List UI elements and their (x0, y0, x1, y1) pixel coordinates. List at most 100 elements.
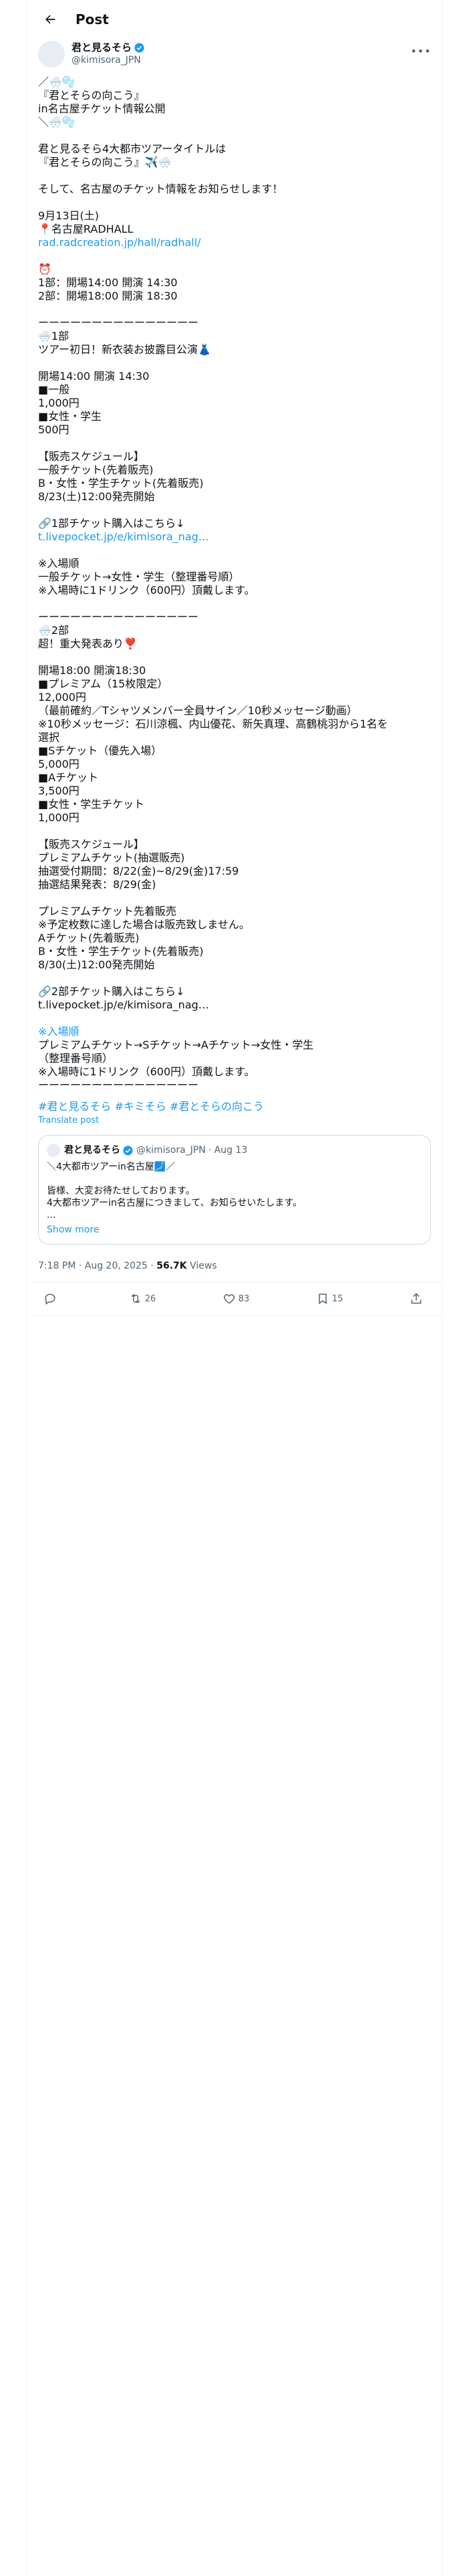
post-column: Post 君と見るそら @kimisora_JPN ••• ／🌨️🫧 『君とそらの… (27, 0, 442, 2576)
show-more-link[interactable]: Show more (47, 1224, 422, 1236)
share-button[interactable] (410, 1292, 426, 1305)
tweet-line: 『君とそらの向こう』 (38, 89, 145, 102)
post-timestamp[interactable]: 7:18 PM · Aug 20, 2025 · (38, 1261, 156, 1271)
tweet-line (38, 891, 431, 905)
back-button[interactable] (38, 7, 62, 31)
tweet-line (38, 544, 431, 557)
tweet-line: t.livepocket.jp/e/kimisora_nag… (38, 998, 209, 1011)
tweet-line: ＼🌨️🫧 (38, 116, 76, 128)
verified-badge-icon (123, 1145, 133, 1156)
tweet-line (38, 651, 431, 664)
quote-author-name: 君と見るそら (64, 1145, 120, 1156)
bookmark-icon (319, 1293, 327, 1305)
header: Post (27, 0, 442, 38)
hashtags[interactable]: #君と見るそら #キミそら #君とそらの向こう (27, 1092, 442, 1113)
tweet-line (38, 303, 431, 316)
tweet-line (38, 249, 431, 263)
tweet-line: Aチケット(先着販売) (38, 932, 140, 944)
tweet-line: 【販売スケジュール】 (38, 450, 144, 463)
arrow-left-icon (45, 15, 55, 23)
repost-count: 26 (144, 1293, 156, 1304)
tweet-line: 5,000円 (38, 758, 80, 770)
author-name[interactable]: 君と見るそら (71, 41, 132, 54)
tweet-line: 3,500円 (38, 784, 80, 797)
quote-line (47, 1173, 422, 1185)
quote-line: 4大都市ツアーin名古屋につきまして、お知らせいたします。 (47, 1198, 303, 1208)
tweet-line: 8/23(土)12:00発売開始 (38, 490, 155, 503)
tweet-line: プレミアムチケット(抽選販売) (38, 851, 185, 864)
repost-button[interactable]: 26 (129, 1292, 156, 1305)
tweet-line (38, 356, 431, 370)
tweet-line: 🌨️2部 (38, 624, 69, 637)
reply-button[interactable] (43, 1292, 62, 1305)
tweet-line: 超！重大発表あり❣️ (38, 637, 137, 650)
tweet-line (38, 597, 431, 611)
quote-line: ＼4大都市ツアーin名古屋🗾／ (47, 1162, 176, 1172)
tweet-line: 🔗1部チケット購入はこちら↓ (38, 517, 185, 530)
tweet-line: ■女性・学生 (38, 410, 102, 423)
tweet-line: ■女性・学生チケット (38, 798, 145, 811)
tweet-line: 一般チケット(先着販売) (38, 463, 154, 476)
tweet-line: （最前確約／Tシャツメンバー全員サイン／10秒メッセージ動画） (38, 704, 357, 717)
tweet-line: ⏰ (38, 263, 51, 276)
page-title: Post (76, 11, 109, 27)
tweet-line: 🌨️1部 (38, 330, 69, 342)
tweet-line: ■Aチケット (38, 771, 99, 784)
views-count: 56.7K (156, 1261, 187, 1271)
tweet-line: in名古屋チケット情報公開 (38, 102, 166, 115)
like-button[interactable]: 83 (222, 1292, 250, 1305)
bookmark-button[interactable]: 15 (316, 1292, 343, 1305)
tweet-line: 8/30(土)12:00発売開始 (38, 958, 155, 971)
views-label: Views (186, 1261, 217, 1271)
tweet-line: 12,000円 (38, 691, 86, 704)
reply-count (59, 1294, 62, 1304)
tweet-line: ーーーーーーーーーーーーーーー (38, 1079, 199, 1091)
tweet-line: ※10秒メッセージ：石川涼楓、内山優花、新矢真理、高鶴桃羽から1名を (38, 718, 388, 730)
tweet-line (38, 972, 431, 985)
verified-badge-icon (134, 42, 144, 53)
tweet-line: B・女性・学生チケット(先着販売) (38, 477, 204, 490)
author-row: 君と見るそら @kimisora_JPN ••• (27, 38, 442, 68)
tweet-link[interactable]: ※入場順 (38, 1025, 431, 1039)
tweet-line: 『君とそらの向こう』✈️🌨️ (38, 156, 172, 169)
action-bar: 26 83 15 (27, 1283, 442, 1315)
quote-author-handle: @kimisora_JPN (136, 1145, 206, 1156)
more-options-icon[interactable]: ••• (410, 41, 431, 61)
tweet-line (38, 504, 431, 517)
tweet-link[interactable]: rad.radcreation.jp/hall/radhall/ (38, 236, 431, 249)
tweet-link[interactable]: t.livepocket.jp/e/kimisora_nag… (38, 530, 431, 544)
tweet-line (38, 129, 431, 142)
tweet-line: 1部：開場14:00 開演 14:30 (38, 276, 178, 289)
quote-line: ... (47, 1210, 56, 1220)
tweet-line: ※入場時に1ドリンク（600円）頂戴します。 (38, 1065, 255, 1078)
tweet-line: B・女性・学生チケット(先着販売) (38, 945, 204, 958)
tweet-line: そして、名古屋のチケット情報をお知らせします！ (38, 183, 283, 195)
tweet-line: 2部：開場18:00 開演 18:30 (38, 290, 178, 302)
tweet-line: 一般チケット→女性・学生（整理番号順） (38, 570, 240, 583)
tweet-line: ーーーーーーーーーーーーーーー (38, 316, 199, 329)
tweet-line (38, 1012, 431, 1025)
tweet-line: 選択 (38, 731, 60, 744)
tweet-line: 1,000円 (38, 397, 80, 409)
tweet-line: 🔗2部チケット購入はこちら↓ (38, 985, 185, 998)
tweet-line: プレミアムチケット先着販売 (38, 905, 176, 918)
tweet-line: （整理番号順） (38, 1052, 114, 1065)
tweet-line: ツアー初日！新衣装お披露目公演👗 (38, 343, 211, 356)
tweet-line: 1,000円 (38, 811, 80, 824)
tweet-line: 【販売スケジュール】 (38, 838, 144, 851)
author-handle[interactable]: @kimisora_JPN (71, 54, 411, 66)
quote-avatar (47, 1144, 60, 1157)
tweet-line: ※予定枚数に達した場合は販売致しません。 (38, 918, 250, 931)
tweet-line: ■プレミアム（15枚限定） (38, 677, 168, 690)
tweet-line: 開場14:00 開演 14:30 (38, 370, 150, 383)
quoted-post[interactable]: 君と見るそら @kimisora_JPN · Aug 13 ＼4大都市ツアーin… (38, 1135, 431, 1245)
like-count: 83 (238, 1293, 250, 1304)
post-meta: 7:18 PM · Aug 20, 2025 · 56.7K Views (27, 1245, 442, 1283)
tweet-line: 開場18:00 開演18:30 (38, 664, 146, 677)
tweet-line: ーーーーーーーーーーーーーーー (38, 611, 199, 623)
avatar[interactable] (38, 41, 65, 68)
quote-date: · Aug 13 (208, 1145, 248, 1156)
tweet-line: 9月13日(土) (38, 209, 100, 222)
translate-post-link[interactable]: Translate post (27, 1113, 442, 1127)
tweet-line: 抽選受付期間：8/22(金)~8/29(金)17:59 (38, 865, 239, 877)
